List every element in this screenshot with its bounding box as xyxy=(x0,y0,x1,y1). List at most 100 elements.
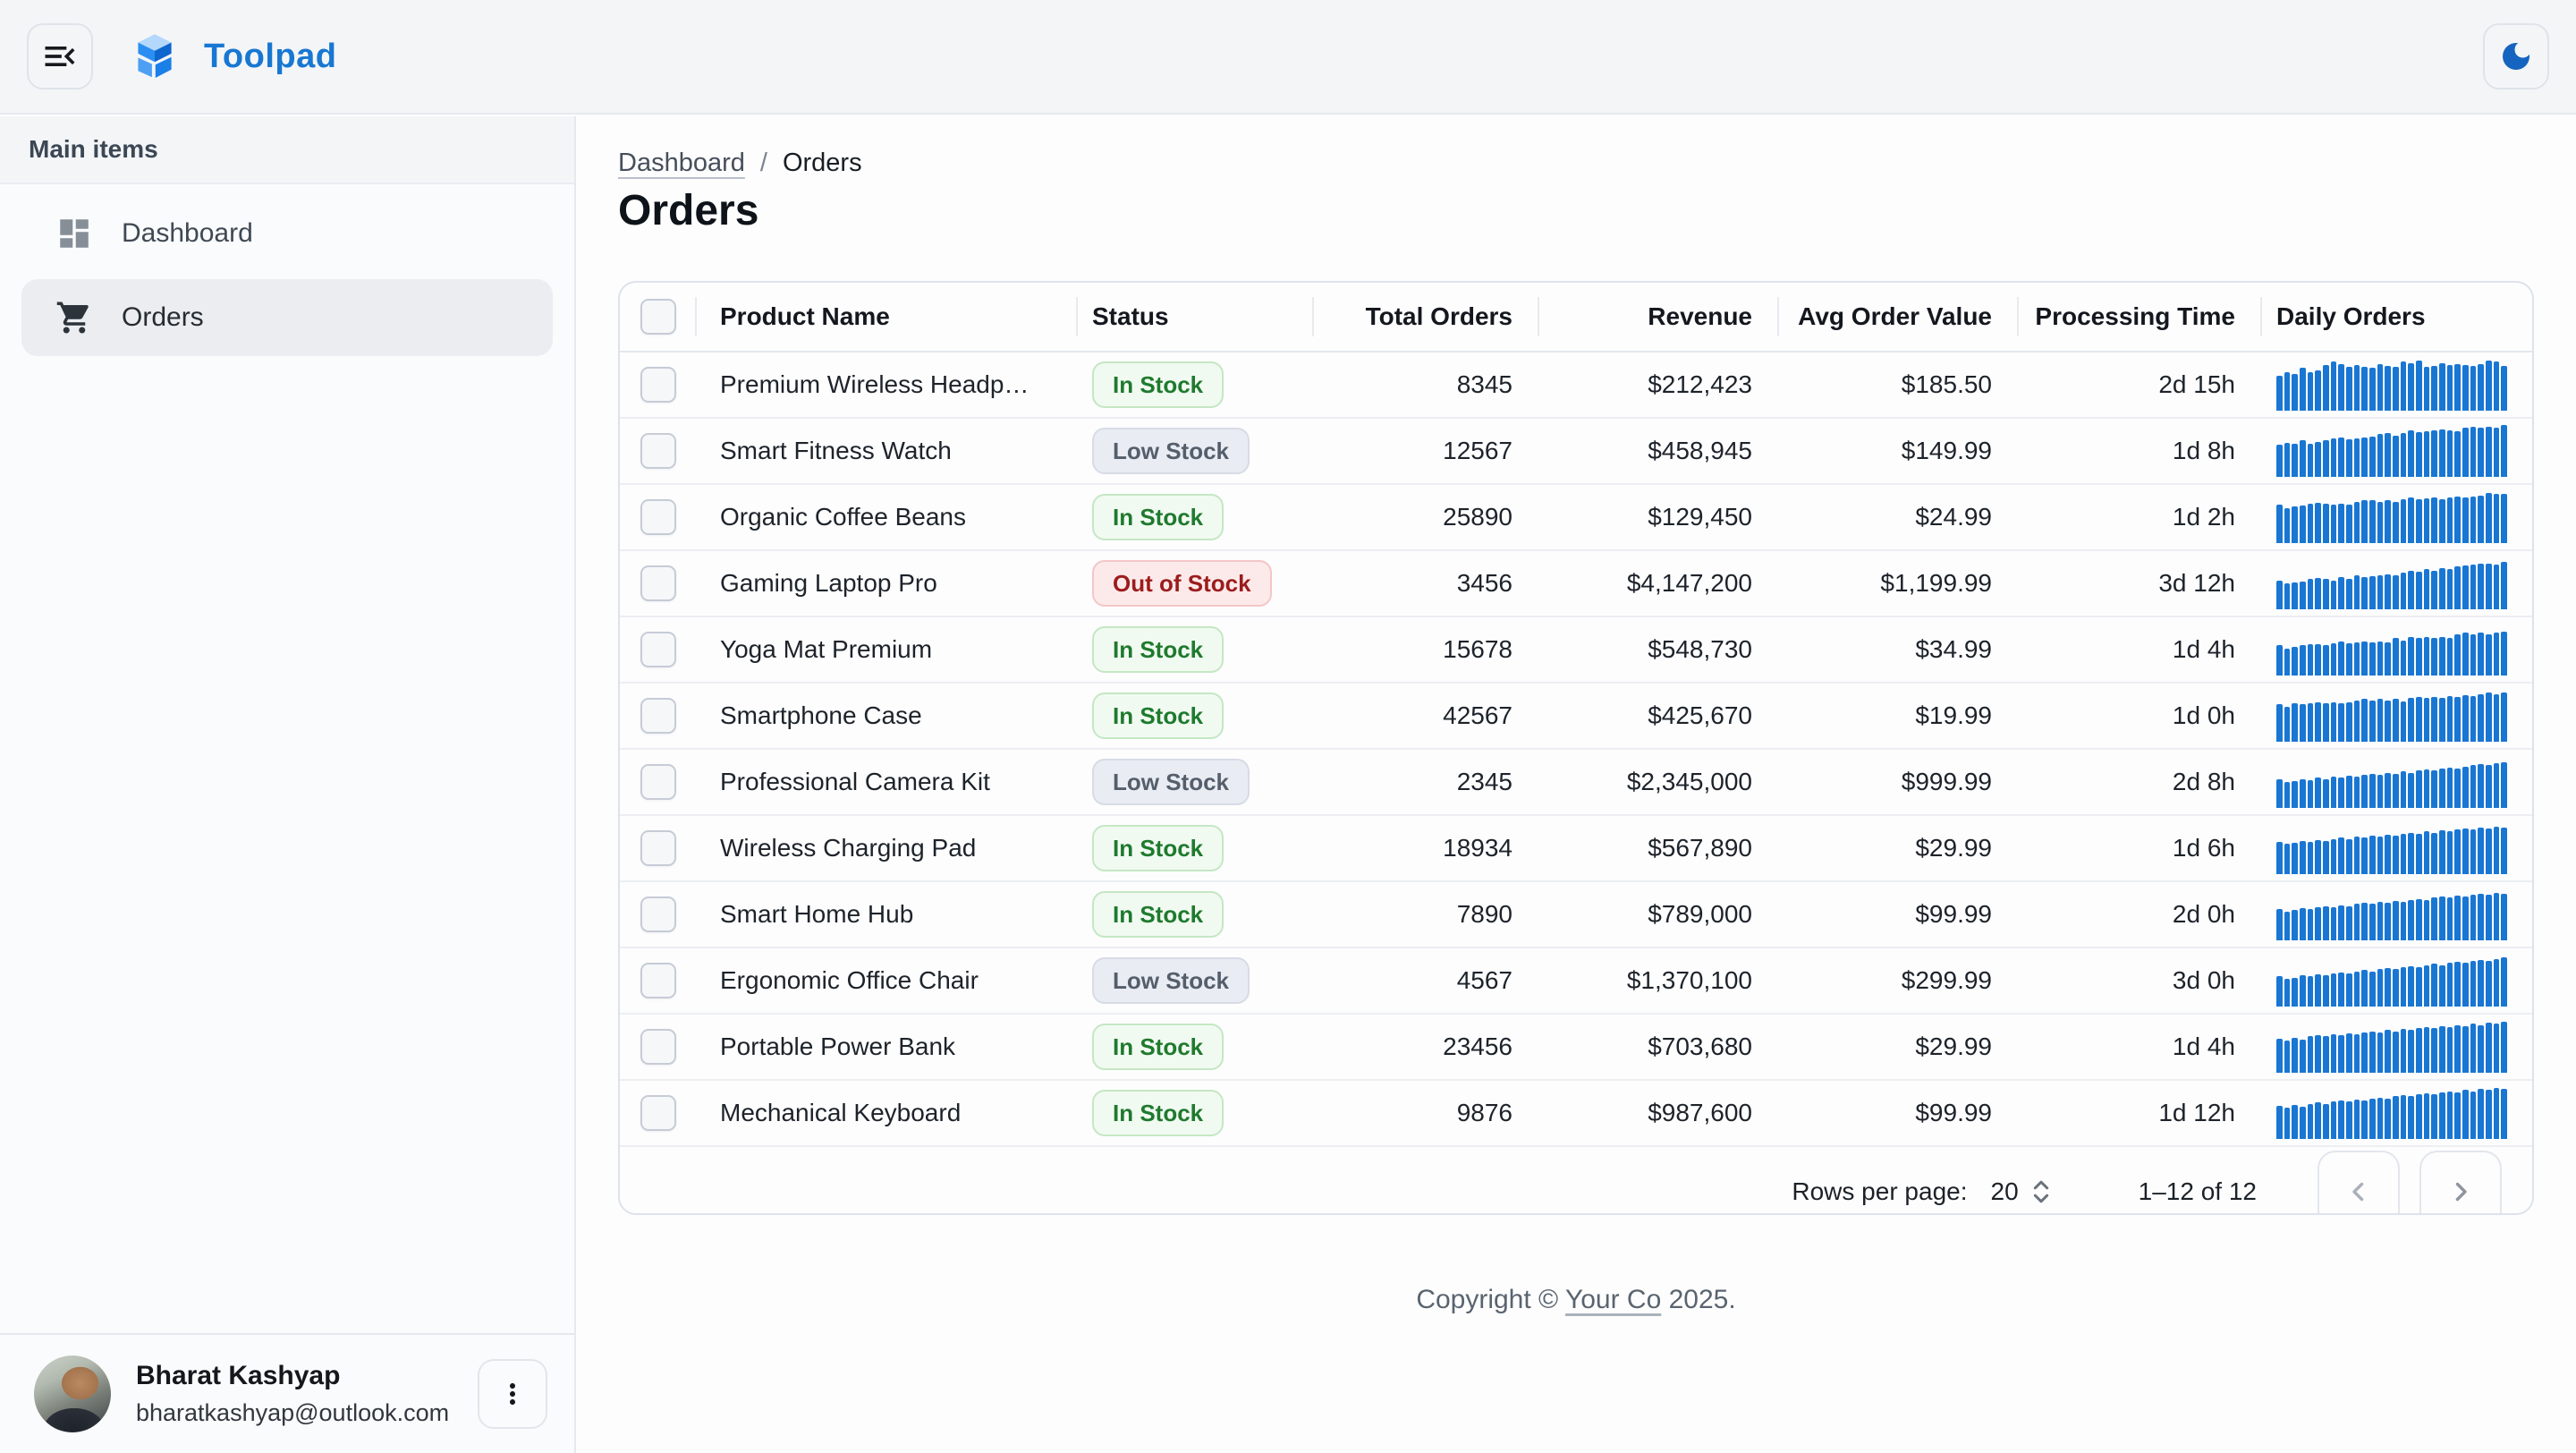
row-checkbox[interactable] xyxy=(640,632,676,667)
daily-orders-sparkline xyxy=(2262,690,2532,742)
product-name-cell: Ergonomic Office Chair xyxy=(697,948,1078,1013)
row-checkbox[interactable] xyxy=(640,896,676,932)
avg-order-value-cell: $1,199.99 xyxy=(1779,551,2019,616)
daily-orders-sparkline xyxy=(2262,425,2532,477)
product-name-cell: Premium Wireless Headp… xyxy=(697,353,1078,417)
breadcrumb: Dashboard / Orders xyxy=(618,149,862,178)
table-row[interactable]: Organic Coffee Beans In Stock 25890 $129… xyxy=(620,485,2532,551)
table-row[interactable]: Premium Wireless Headp… In Stock 8345 $2… xyxy=(620,353,2532,419)
row-checkbox[interactable] xyxy=(640,1029,676,1065)
daily-orders-sparkline xyxy=(2262,624,2532,676)
status-badge: Low Stock xyxy=(1092,957,1250,1004)
total-orders-cell: 25890 xyxy=(1314,485,1539,549)
row-checkbox[interactable] xyxy=(640,499,676,535)
row-checkbox[interactable] xyxy=(640,764,676,800)
table-row[interactable]: Gaming Laptop Pro Out of Stock 3456 $4,1… xyxy=(620,551,2532,617)
next-page-button[interactable] xyxy=(2419,1151,2502,1215)
user-card: Bharat Kashyap bharatkashyap@outlook.com xyxy=(0,1333,574,1453)
processing-time-cell: 3d 0h xyxy=(2019,948,2262,1013)
revenue-cell: $1,370,100 xyxy=(1539,948,1779,1013)
user-name: Bharat Kashyap xyxy=(136,1361,449,1391)
dashboard-icon xyxy=(55,215,93,252)
sidebar-collapse-button[interactable] xyxy=(27,23,93,89)
sidebar-item-label: Orders xyxy=(122,302,204,333)
column-header-status[interactable]: Status xyxy=(1078,283,1314,351)
total-orders-cell: 23456 xyxy=(1314,1015,1539,1079)
table-body: Premium Wireless Headp… In Stock 8345 $2… xyxy=(620,353,2532,1147)
revenue-cell: $987,600 xyxy=(1539,1081,1779,1145)
sidebar-item-dashboard[interactable]: Dashboard xyxy=(21,195,553,272)
chevron-left-icon xyxy=(2343,1177,2374,1207)
brand[interactable]: Toolpad xyxy=(127,29,336,84)
column-header-processing-time[interactable]: Processing Time xyxy=(2019,283,2262,351)
table-row[interactable]: Wireless Charging Pad In Stock 18934 $56… xyxy=(620,816,2532,882)
revenue-cell: $458,945 xyxy=(1539,419,1779,483)
product-name-cell: Gaming Laptop Pro xyxy=(697,551,1078,616)
avg-order-value-cell: $29.99 xyxy=(1779,816,2019,880)
product-name-cell: Wireless Charging Pad xyxy=(697,816,1078,880)
status-badge: In Stock xyxy=(1092,494,1224,540)
table-row[interactable]: Mechanical Keyboard In Stock 9876 $987,6… xyxy=(620,1081,2532,1147)
avg-order-value-cell: $24.99 xyxy=(1779,485,2019,549)
orders-table-card: Product Name Status Total Orders Revenue… xyxy=(618,281,2534,1215)
product-name-cell: Smart Fitness Watch xyxy=(697,419,1078,483)
table-row[interactable]: Smart Home Hub In Stock 7890 $789,000 $9… xyxy=(620,882,2532,948)
previous-page-button[interactable] xyxy=(2318,1151,2400,1215)
select-all-checkbox[interactable] xyxy=(640,299,676,335)
status-badge: In Stock xyxy=(1092,626,1224,673)
product-name-cell: Yoga Mat Premium xyxy=(697,617,1078,682)
theme-toggle-button[interactable] xyxy=(2483,23,2549,89)
status-badge: In Stock xyxy=(1092,693,1224,739)
processing-time-cell: 1d 6h xyxy=(2019,816,2262,880)
row-checkbox[interactable] xyxy=(640,367,676,403)
revenue-cell: $4,147,200 xyxy=(1539,551,1779,616)
column-header-product-name[interactable]: Product Name xyxy=(697,283,1078,351)
rows-per-page-select[interactable]: 20 xyxy=(1991,1177,2053,1206)
processing-time-cell: 1d 12h xyxy=(2019,1081,2262,1145)
table-row[interactable]: Smart Fitness Watch Low Stock 12567 $458… xyxy=(620,419,2532,485)
row-checkbox[interactable] xyxy=(640,830,676,866)
rows-per-page: Rows per page: 20 xyxy=(1792,1177,2052,1206)
cart-icon xyxy=(55,299,93,336)
product-name-cell: Mechanical Keyboard xyxy=(697,1081,1078,1145)
table-row[interactable]: Yoga Mat Premium In Stock 15678 $548,730… xyxy=(620,617,2532,684)
processing-time-cell: 1d 2h xyxy=(2019,485,2262,549)
total-orders-cell: 18934 xyxy=(1314,816,1539,880)
row-checkbox[interactable] xyxy=(640,565,676,601)
row-checkbox[interactable] xyxy=(640,1095,676,1131)
select-spinner-icon xyxy=(2029,1178,2053,1205)
user-avatar[interactable] xyxy=(34,1355,111,1432)
row-checkbox[interactable] xyxy=(640,963,676,998)
status-badge: In Stock xyxy=(1092,825,1224,871)
table-row[interactable]: Professional Camera Kit Low Stock 2345 $… xyxy=(620,750,2532,816)
table-row[interactable]: Portable Power Bank In Stock 23456 $703,… xyxy=(620,1015,2532,1081)
breadcrumb-dashboard-link[interactable]: Dashboard xyxy=(618,149,745,178)
revenue-cell: $2,345,000 xyxy=(1539,750,1779,814)
daily-orders-sparkline xyxy=(2262,491,2532,543)
user-menu-button[interactable] xyxy=(478,1359,547,1429)
daily-orders-sparkline xyxy=(2262,888,2532,940)
row-checkbox[interactable] xyxy=(640,698,676,734)
company-link[interactable]: Your Co xyxy=(1565,1285,1661,1314)
total-orders-cell: 12567 xyxy=(1314,419,1539,483)
status-badge: In Stock xyxy=(1092,1090,1224,1136)
processing-time-cell: 1d 0h xyxy=(2019,684,2262,748)
column-header-revenue[interactable]: Revenue xyxy=(1539,283,1779,351)
dark-mode-moon-icon xyxy=(2498,38,2534,74)
daily-orders-sparkline xyxy=(2262,359,2532,411)
total-orders-cell: 42567 xyxy=(1314,684,1539,748)
column-header-total-orders[interactable]: Total Orders xyxy=(1314,283,1539,351)
daily-orders-sparkline xyxy=(2262,822,2532,874)
chevron-right-icon xyxy=(2445,1177,2476,1207)
row-checkbox[interactable] xyxy=(640,433,676,469)
sidebar-item-orders[interactable]: Orders xyxy=(21,279,553,356)
table-row[interactable]: Smartphone Case In Stock 42567 $425,670 … xyxy=(620,684,2532,750)
column-header-avg-order-value[interactable]: Avg Order Value xyxy=(1779,283,2019,351)
sidebar: Main items Dashboard Orders Bharat Kashy… xyxy=(0,116,576,1453)
daily-orders-sparkline xyxy=(2262,955,2532,1007)
table-row[interactable]: Ergonomic Office Chair Low Stock 4567 $1… xyxy=(620,948,2532,1015)
pager-buttons xyxy=(2318,1151,2502,1215)
avg-order-value-cell: $99.99 xyxy=(1779,882,2019,947)
column-header-daily-orders[interactable]: Daily Orders xyxy=(2262,283,2532,351)
avg-order-value-cell: $99.99 xyxy=(1779,1081,2019,1145)
